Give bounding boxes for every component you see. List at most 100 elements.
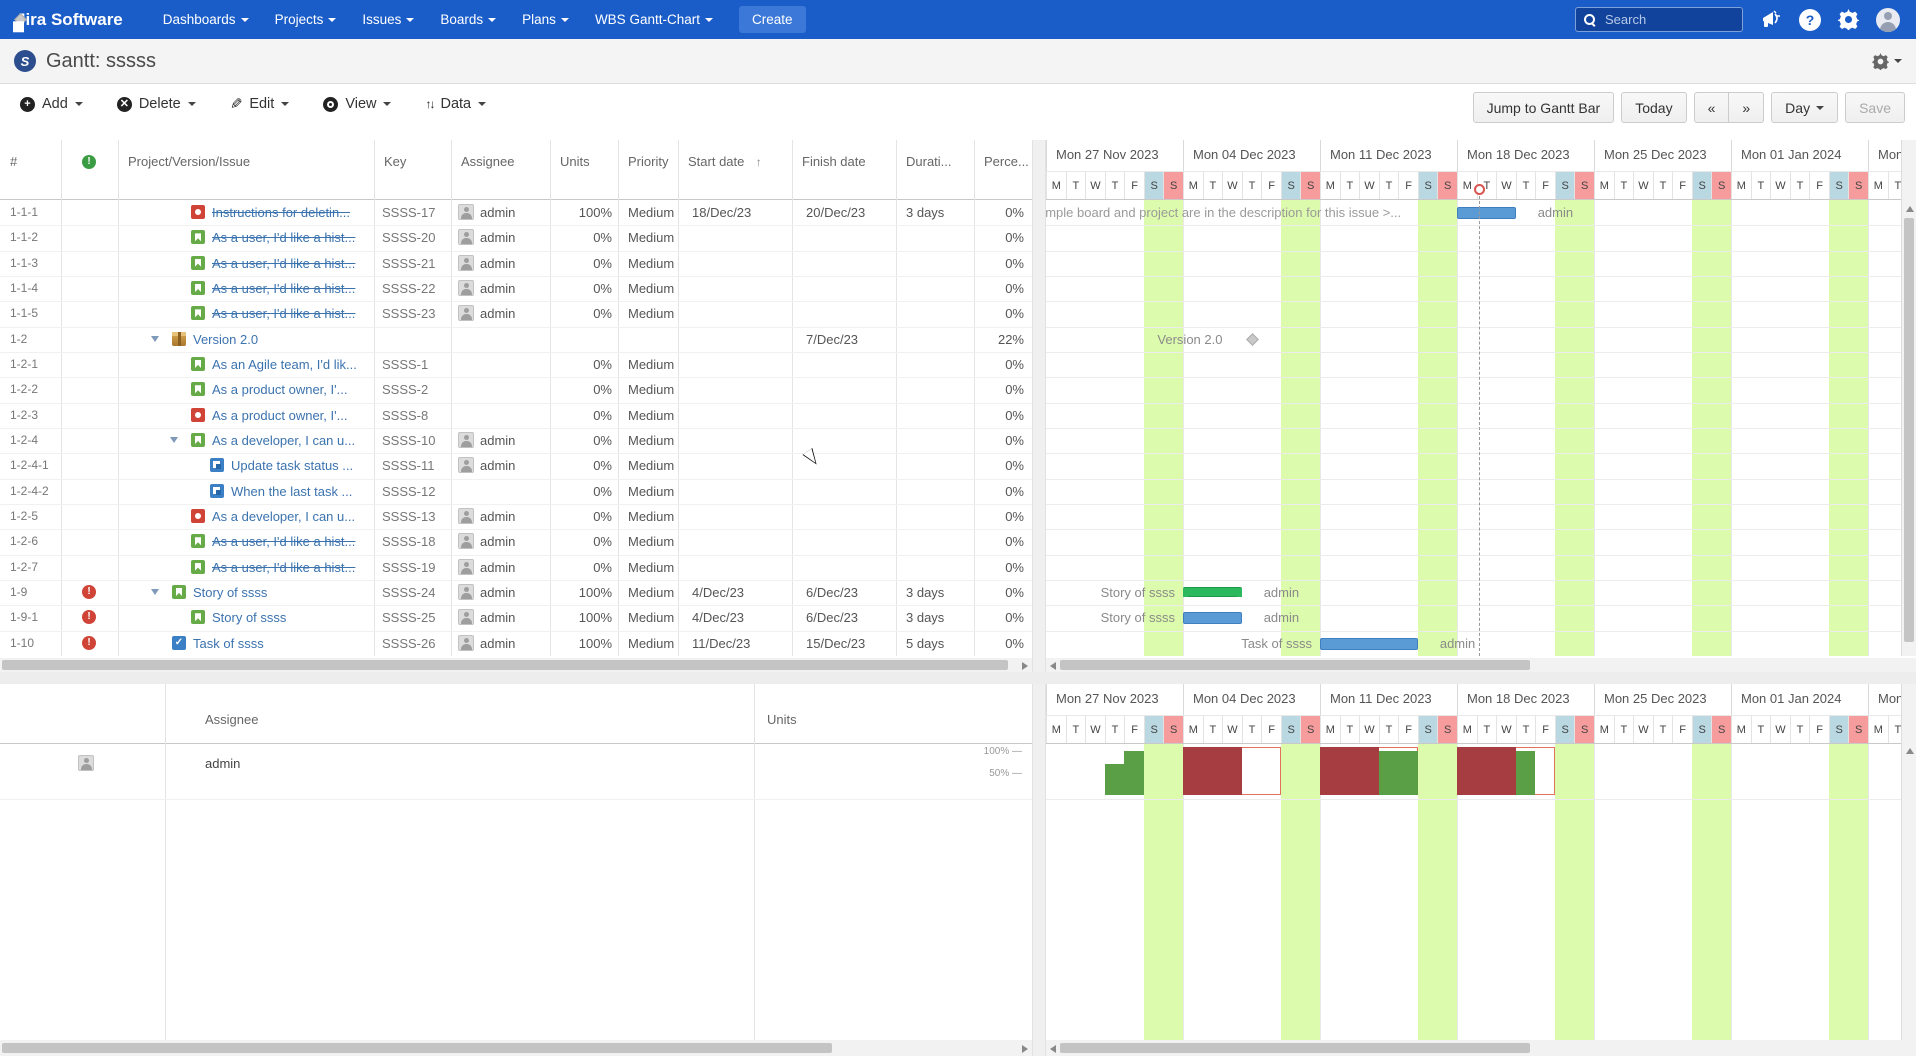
task-bar[interactable]	[1457, 207, 1516, 219]
column-header-units[interactable]: Units	[767, 712, 797, 727]
column-header-title[interactable]: Project/Version/Issue	[128, 154, 250, 169]
pane-splitter[interactable]	[1032, 140, 1046, 1056]
issue-link[interactable]: As an Agile team, I'd lik...	[212, 352, 370, 377]
settings-gear-button[interactable]	[1872, 53, 1902, 70]
load-histogram-bar[interactable]	[1124, 751, 1144, 795]
scroll-left-button[interactable]: «	[1694, 92, 1730, 123]
load-histogram-bar[interactable]	[1379, 751, 1418, 795]
megaphone-icon[interactable]	[1760, 10, 1782, 30]
issue-link[interactable]: As a product owner, I'...	[212, 377, 370, 402]
column-header-priority[interactable]: Priority	[628, 154, 668, 169]
create-button[interactable]: Create	[739, 6, 806, 33]
table-row[interactable]: 1-2-4As a developer, I can u...SSSS-10ad…	[0, 428, 1032, 453]
column-header-assignee[interactable]: Assignee	[205, 712, 258, 727]
today-button[interactable]: Today	[1621, 92, 1686, 123]
edit-menu-button[interactable]: ✎Edit	[230, 95, 290, 113]
today-marker-icon[interactable]	[1474, 184, 1485, 195]
error-status-icon[interactable]: !	[82, 610, 96, 624]
collapse-arrow-icon[interactable]	[151, 589, 159, 595]
task-bar[interactable]	[1183, 612, 1242, 624]
table-row[interactable]: 1-1-4As a user, I'd like a hist...SSSS-2…	[0, 276, 1032, 301]
nav-item-dashboards[interactable]: Dashboards	[163, 12, 249, 27]
column-header-key[interactable]: Key	[384, 154, 406, 169]
column-header-units[interactable]: Units	[560, 154, 590, 169]
issue-link[interactable]: As a user, I'd like a hist...	[212, 529, 370, 554]
issue-link[interactable]: As a user, I'd like a hist...	[212, 276, 370, 301]
column-header-finish[interactable]: Finish date	[802, 154, 866, 169]
help-icon[interactable]: ?	[1799, 9, 1821, 31]
nav-item-plans[interactable]: Plans	[522, 12, 569, 27]
collapse-arrow-icon[interactable]	[151, 336, 159, 342]
table-row[interactable]: 1-9!Story of ssssSSSS-24admin100%Medium4…	[0, 580, 1032, 605]
scroll-up-arrow-icon[interactable]	[1906, 206, 1914, 212]
load-histogram-bar[interactable]	[1105, 764, 1125, 795]
scroll-left-arrow-icon[interactable]	[1050, 662, 1056, 670]
nav-item-wbs-gantt-chart[interactable]: WBS Gantt-Chart	[595, 12, 713, 27]
gantt-vscrollbar[interactable]	[1901, 140, 1916, 656]
jump-to-gantt-bar-button[interactable]: Jump to Gantt Bar	[1473, 92, 1615, 123]
table-row[interactable]: 1-2Version 2.07/Dec/2322%	[0, 327, 1032, 352]
nav-item-projects[interactable]: Projects	[275, 12, 337, 27]
issue-link[interactable]: Update task status ...	[231, 453, 370, 478]
table-row[interactable]: 1-1-1Instructions for deletin...SSSS-17a…	[0, 200, 1032, 225]
column-header-start[interactable]: Start date ↑	[688, 154, 762, 169]
resource-chart-hscrollbar[interactable]	[1046, 1040, 1916, 1056]
overload-histogram-bar[interactable]	[1457, 747, 1516, 795]
load-histogram-bar[interactable]	[1516, 751, 1536, 795]
issue-link[interactable]: As a developer, I can u...	[212, 428, 370, 453]
issue-link[interactable]: Task of ssss	[193, 631, 370, 656]
search-input[interactable]	[1603, 11, 1727, 28]
error-status-icon[interactable]: !	[82, 585, 96, 599]
nav-item-boards[interactable]: Boards	[440, 12, 496, 27]
user-avatar[interactable]	[1876, 8, 1900, 32]
scroll-up-arrow-icon[interactable]	[1906, 748, 1914, 754]
scroll-right-arrow-icon[interactable]	[1022, 1045, 1028, 1053]
error-status-icon[interactable]: !	[82, 636, 96, 650]
overload-histogram-bar[interactable]	[1320, 747, 1379, 795]
table-row[interactable]: 1-10!✓Task of ssssSSSS-26admin100%Medium…	[0, 631, 1032, 656]
table-row[interactable]: 1-1-3As a user, I'd like a hist...SSSS-2…	[0, 251, 1032, 276]
table-row[interactable]: 1-2-1As an Agile team, I'd lik...SSSS-10…	[0, 352, 1032, 377]
issue-link[interactable]: As a developer, I can u...	[212, 504, 370, 529]
table-row[interactable]: 1-2-5As a developer, I can u...SSSS-13ad…	[0, 504, 1032, 529]
scroll-left-arrow-icon[interactable]	[1050, 1045, 1056, 1053]
status-column-header-icon[interactable]: !	[82, 155, 96, 169]
timescale-button[interactable]: Day	[1771, 92, 1838, 123]
add-menu-button[interactable]: +Add	[20, 96, 83, 112]
summary-bar[interactable]	[1183, 587, 1242, 597]
table-row[interactable]: 1-2-2As a product owner, I'...SSSS-20%Me…	[0, 377, 1032, 402]
issue-link[interactable]: As a user, I'd like a hist...	[212, 555, 370, 580]
table-row[interactable]: 1-2-4-1Update task status ...SSSS-11admi…	[0, 453, 1032, 478]
save-button[interactable]: Save	[1845, 92, 1905, 123]
task-bar[interactable]	[1320, 638, 1418, 650]
table-row[interactable]: 1-1-2As a user, I'd like a hist...SSSS-2…	[0, 225, 1032, 250]
scroll-right-button[interactable]: »	[1729, 92, 1764, 123]
data-menu-button[interactable]: ↑↓Data	[425, 96, 486, 112]
column-header-num[interactable]: #	[10, 154, 17, 169]
search-box[interactable]	[1575, 7, 1743, 32]
table-row[interactable]: 1-2-6As a user, I'd like a hist...SSSS-1…	[0, 529, 1032, 554]
admin-gear-icon[interactable]	[1838, 9, 1859, 30]
issue-link[interactable]: Story of ssss	[212, 605, 370, 630]
nav-item-issues[interactable]: Issues	[362, 12, 414, 27]
issue-link[interactable]: Instructions for deletin...	[212, 200, 370, 225]
version-link[interactable]: Version 2.0	[193, 327, 370, 352]
issue-link[interactable]: As a product owner, I'...	[212, 403, 370, 428]
gantt-hscrollbar[interactable]	[1046, 658, 1916, 672]
table-row[interactable]: 1-9-1!Story of ssssSSSS-25admin100%Mediu…	[0, 605, 1032, 630]
table-row[interactable]: 1-2-3As a product owner, I'...SSSS-80%Me…	[0, 403, 1032, 428]
issue-link[interactable]: Story of ssss	[193, 580, 370, 605]
issue-link[interactable]: When the last task ...	[231, 479, 370, 504]
version-milestone-diamond[interactable]	[1247, 333, 1260, 346]
view-menu-button[interactable]: View	[323, 96, 391, 112]
issue-link[interactable]: As a user, I'd like a hist...	[212, 301, 370, 326]
delete-menu-button[interactable]: ✕Delete	[117, 96, 196, 112]
resource-row[interactable]: admin	[0, 744, 1032, 799]
table-row[interactable]: 1-2-7As a user, I'd like a hist...SSSS-1…	[0, 555, 1032, 580]
resource-table-hscrollbar[interactable]	[0, 1040, 1032, 1056]
table-row[interactable]: 1-1-5As a user, I'd like a hist...SSSS-2…	[0, 301, 1032, 326]
issue-link[interactable]: As a user, I'd like a hist...	[212, 251, 370, 276]
scroll-right-arrow-icon[interactable]	[1022, 662, 1028, 670]
column-header-percent[interactable]: Perce...	[984, 154, 1029, 169]
collapse-arrow-icon[interactable]	[170, 437, 178, 443]
